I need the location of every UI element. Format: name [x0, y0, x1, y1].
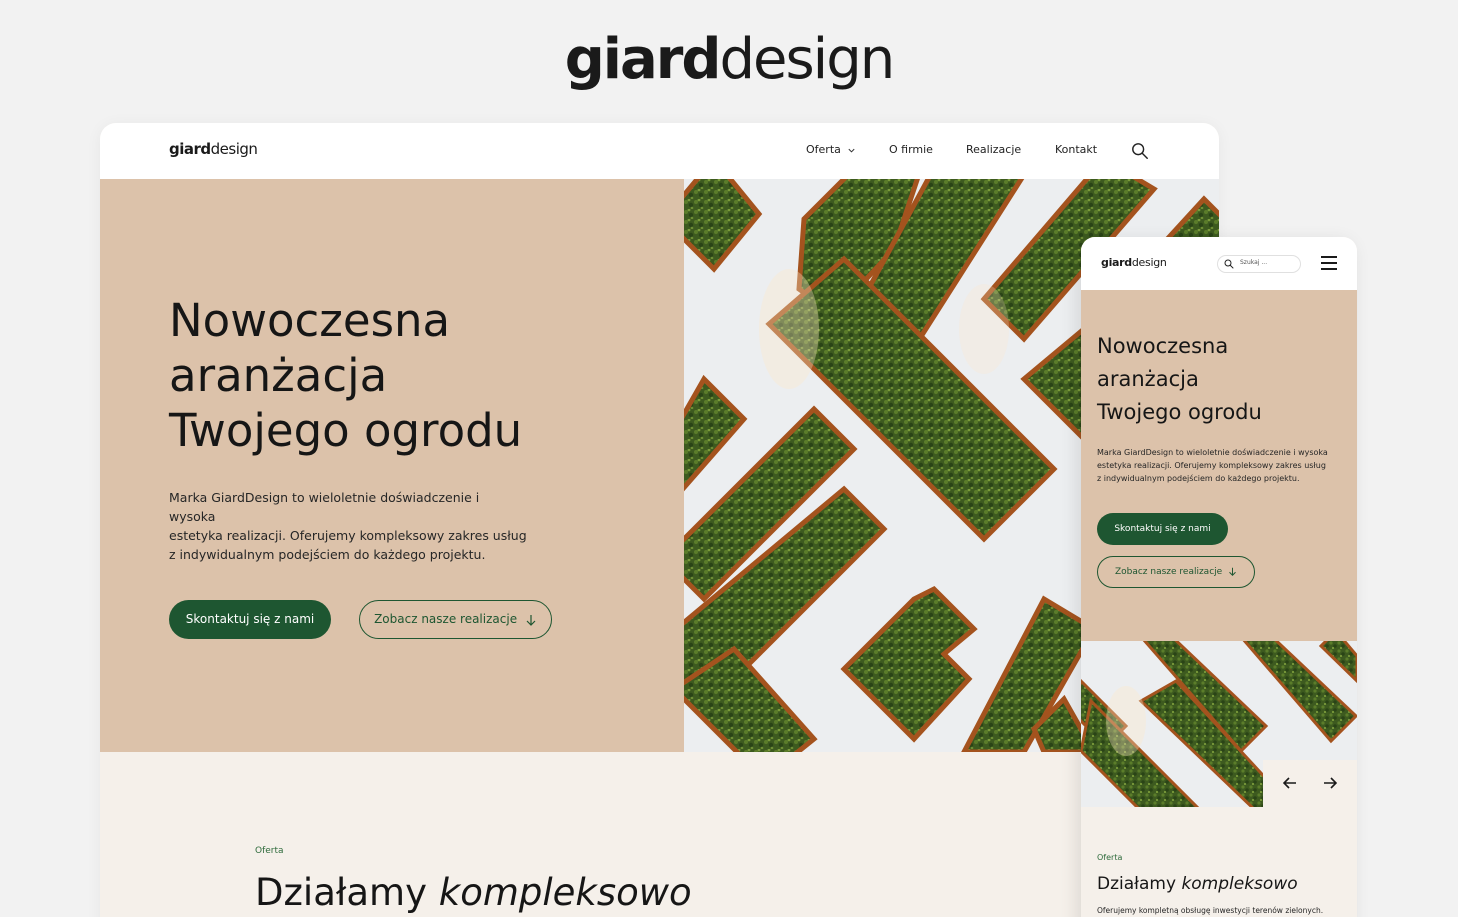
hero-title: Nowoczesna aranżacja Twojego ogrodu: [1097, 330, 1347, 429]
brand-light: design: [719, 27, 896, 92]
hamburger-menu-icon[interactable]: [1321, 256, 1337, 270]
contact-button[interactable]: Skontaktuj się z nami: [169, 600, 331, 639]
desktop-mockup: giarddesign Oferta O firmie Realizacje K…: [100, 123, 1219, 917]
brand-bold: giard: [564, 27, 722, 92]
hero-title-line: aranżacja: [1097, 367, 1199, 391]
mobile-hero: Nowoczesna aranżacja Twojego ogrodu Mark…: [1081, 290, 1357, 641]
arrow-left-icon[interactable]: [1283, 777, 1297, 789]
logo-bold: giard: [1101, 256, 1132, 269]
hero-title: Nowoczesna aranżacja Twojego ogrodu: [169, 293, 649, 458]
brand-wordmark: giarddesign: [0, 26, 1458, 94]
section-title-italic: kompleksowo: [1181, 874, 1298, 894]
mobile-mockup: giarddesign Szukaj ... Nowoczesna aranża…: [1081, 237, 1357, 917]
arrow-down-icon: [526, 614, 536, 626]
section-title: Działamy kompleksowo: [255, 870, 692, 916]
section-title-plain: Działamy: [255, 871, 439, 914]
see-projects-button[interactable]: Zobacz nasze realizacje: [359, 600, 552, 639]
section-title-plain: Działamy: [1097, 874, 1182, 894]
desktop-header: giarddesign Oferta O firmie Realizacje K…: [100, 123, 1219, 179]
hero-title-line: Nowoczesna: [1097, 334, 1229, 358]
contact-button[interactable]: Skontaktuj się z nami: [1097, 513, 1228, 545]
hero-desc-line: Marka GiardDesign to wieloletnie doświad…: [169, 490, 480, 524]
logo-light: design: [1131, 256, 1167, 269]
see-projects-button[interactable]: Zobacz nasze realizacje: [1097, 556, 1255, 588]
hero-description: Marka GiardDesign to wieloletnie doświad…: [1097, 446, 1345, 485]
nav-item-realizacje[interactable]: Realizacje: [966, 143, 1021, 156]
chevron-down-icon: [848, 148, 855, 153]
nav-item-oferta[interactable]: Oferta: [806, 143, 856, 156]
logo-bold: giard: [169, 140, 211, 158]
mobile-header: giarddesign Szukaj ...: [1081, 237, 1357, 290]
hero-desc-line: estetyka realizacji. Oferujemy komplekso…: [169, 528, 527, 543]
hero-desc-line: Marka GiardDesign to wieloletnie doświad…: [1097, 448, 1328, 457]
mobile-logo[interactable]: giarddesign: [1101, 256, 1167, 269]
see-projects-label: Zobacz nasze realizacje: [1114, 567, 1223, 577]
section-eyebrow: Oferta: [1097, 853, 1123, 862]
logo-light: design: [210, 140, 258, 158]
hero-title-line: Nowoczesna: [169, 294, 451, 347]
see-projects-label: Zobacz nasze realizacje: [374, 612, 518, 626]
hero-desc-line: z indywidualnym podejściem do każdego pr…: [1097, 474, 1300, 483]
section-eyebrow: Oferta: [255, 846, 284, 856]
carousel-controls: [1263, 760, 1357, 807]
hero-title-line: Twojego ogrodu: [1097, 400, 1262, 424]
nav-label: Oferta: [806, 143, 841, 156]
hero-description: Marka GiardDesign to wieloletnie doświad…: [169, 488, 529, 564]
arrow-right-icon[interactable]: [1323, 777, 1337, 789]
nav-item-kontakt[interactable]: Kontakt: [1055, 143, 1097, 156]
arrow-down-icon: [1229, 567, 1236, 576]
desktop-hero: Nowoczesna aranżacja Twojego ogrodu Mark…: [100, 179, 684, 752]
hero-title-line: aranżacja: [169, 349, 388, 402]
hero-desc-line: z indywidualnym podejściem do każdego pr…: [169, 547, 486, 562]
section-title-italic: kompleksowo: [438, 871, 692, 914]
section-description: Oferujemy kompletną obsługę inwestycji t…: [1097, 906, 1324, 915]
search-placeholder: Szukaj ...: [1240, 259, 1268, 266]
section-title: Działamy kompleksowo: [1097, 873, 1298, 895]
hero-title-line: Twojego ogrodu: [169, 404, 523, 457]
hero-desc-line: estetyka realizacji. Oferujemy komplekso…: [1097, 461, 1326, 470]
nav-item-o-firmie[interactable]: O firmie: [889, 143, 933, 156]
search-icon: [1224, 259, 1234, 269]
offer-section: Oferta Działamy kompleksowo: [100, 752, 1219, 917]
mobile-search-input[interactable]: Szukaj ...: [1217, 255, 1301, 273]
search-icon[interactable]: [1131, 142, 1149, 160]
desktop-logo[interactable]: giarddesign: [169, 140, 258, 158]
